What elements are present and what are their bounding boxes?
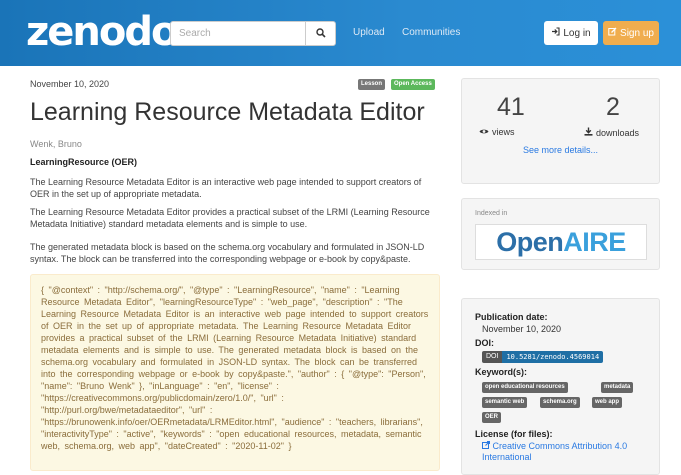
indexed-panel: Indexed in Open AIRE xyxy=(461,198,660,270)
downloads-label-group: downloads xyxy=(584,127,639,138)
keyword-tag[interactable]: web app xyxy=(592,397,623,408)
license-label: License (for files): xyxy=(475,429,553,439)
license-text: Creative Commons Attribution 4.0 Interna… xyxy=(482,441,628,462)
indexed-in-label: Indexed in xyxy=(475,210,508,217)
login-button[interactable]: Log in xyxy=(544,21,598,45)
record-info-panel: Publication date: November 10, 2020 DOI:… xyxy=(461,298,660,475)
keyword-tag[interactable]: open educational resources xyxy=(482,382,568,393)
lesson-badge[interactable]: Lesson xyxy=(358,79,386,90)
search-button[interactable] xyxy=(305,22,335,45)
publication-date-label: Publication date: xyxy=(475,312,548,322)
search-icon xyxy=(315,25,326,43)
publication-date: November 10, 2020 xyxy=(482,324,562,334)
keywords-label: Keyword(s): xyxy=(475,367,528,377)
keyword-tag[interactable]: metadata xyxy=(601,382,634,393)
views-count: 41 xyxy=(497,93,525,121)
search-input[interactable] xyxy=(171,22,307,45)
keyword-tag[interactable]: semantic web xyxy=(482,397,528,408)
see-more-details-link[interactable]: See more details... xyxy=(462,145,659,155)
openaire-logo[interactable]: Open AIRE xyxy=(475,224,647,260)
external-link-icon xyxy=(482,441,490,452)
download-icon xyxy=(584,127,593,138)
nav-communities[interactable]: Communities xyxy=(402,27,460,38)
openaire-logo-open: Open xyxy=(496,226,564,257)
downloads-count: 2 xyxy=(606,93,620,121)
top-navbar: zenodo Upload Communities Log in Sign up xyxy=(0,0,681,66)
search-box xyxy=(170,21,336,46)
author: Wenk, Bruno xyxy=(30,139,82,149)
resource-type: LearningResource (OER) xyxy=(30,157,138,167)
page-title: Learning Resource Metadata Editor xyxy=(30,98,425,126)
license-link[interactable]: Creative Commons Attribution 4.0 Interna… xyxy=(482,441,652,463)
doi-label: DOI: xyxy=(475,338,494,348)
doi-badge[interactable]: DOI 10.5281/zenodo.4569014 xyxy=(482,351,604,363)
downloads-label: downloads xyxy=(596,127,640,138)
zenodo-logo[interactable]: zenodo xyxy=(26,12,178,52)
open-access-badge[interactable]: Open Access xyxy=(391,79,435,90)
keyword-tag[interactable]: schema.org xyxy=(540,397,580,408)
keyword-tag[interactable]: OER xyxy=(482,412,502,423)
views-label-group: views xyxy=(479,127,515,137)
views-label: views xyxy=(492,127,515,137)
doi-badge-value: 10.5281/zenodo.4569014 xyxy=(502,351,604,363)
edit-icon xyxy=(608,27,617,39)
description-paragraph: The generated metadata block is based on… xyxy=(30,242,425,264)
signup-button[interactable]: Sign up xyxy=(603,21,659,45)
description-paragraph: The Learning Resource Metadata Editor is… xyxy=(30,177,422,199)
nav-upload[interactable]: Upload xyxy=(353,27,385,38)
record-date: November 10, 2020 xyxy=(30,79,110,89)
doi-badge-key: DOI xyxy=(482,351,503,363)
signup-label: Sign up xyxy=(620,27,654,39)
stats-panel: 41 views 2 downloads See more details... xyxy=(461,78,660,184)
eye-icon xyxy=(479,127,489,137)
description-paragraph: The Learning Resource Metadata Editor pr… xyxy=(30,207,430,229)
openaire-logo-aire: AIRE xyxy=(563,226,626,257)
login-icon xyxy=(551,27,560,39)
json-ld-code-block: { "@context" : "http://schema.org/", "@t… xyxy=(30,274,440,471)
login-label: Log in xyxy=(563,27,591,39)
